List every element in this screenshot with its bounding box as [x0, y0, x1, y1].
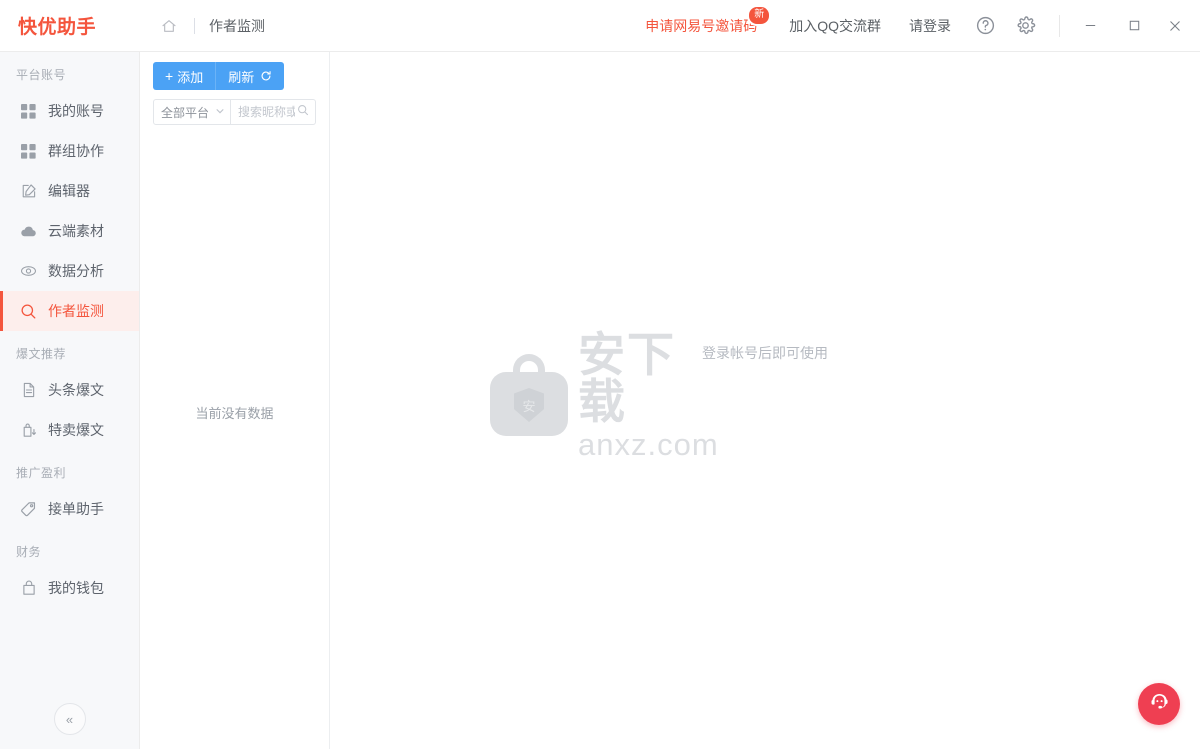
breadcrumb: 作者监测	[158, 15, 265, 37]
title-bar: 快优助手 作者监测 申请网易号邀请码 新 加入QQ交流群 请登录	[0, 0, 1200, 52]
sidebar-item-toutiao-hot[interactable]: 头条爆文	[0, 370, 139, 410]
join-qq-group-link[interactable]: 加入QQ交流群	[775, 0, 895, 52]
site-watermark: 安 安下载 anxz.com	[490, 331, 718, 460]
watermark-domain: anxz.com	[578, 426, 719, 462]
sidebar-item-my-account[interactable]: 我的账号	[0, 91, 139, 131]
chevron-down-icon	[215, 106, 225, 119]
grid-icon	[20, 103, 37, 120]
sidebar: 平台账号 我的账号 群组协作 编辑器 云端素材 数据分析 作者监测 爆文推荐 头…	[0, 52, 140, 749]
sidebar-item-label: 接单助手	[48, 501, 104, 517]
list-filters: 全部平台	[140, 90, 329, 125]
sidebar-item-label: 作者监测	[48, 303, 104, 319]
platform-filter-value: 全部平台	[161, 105, 210, 120]
sidebar-item-label: 编辑器	[48, 183, 90, 199]
chevron-double-left-icon: «	[65, 711, 74, 727]
sidebar-item-label: 我的账号	[48, 103, 104, 119]
sidebar-collapse-button[interactable]: «	[53, 703, 86, 735]
plus-icon: +	[165, 68, 174, 84]
sidebar-item-label: 头条爆文	[48, 382, 104, 398]
breadcrumb-divider	[194, 17, 195, 34]
watermark-bag-icon: 安	[490, 354, 568, 436]
sidebar-group-title-hot-articles: 爆文推荐	[16, 347, 67, 361]
author-list-panel: + 添加 刷新 全部平台 搜索昵称或ID 当前没有数据	[140, 52, 330, 749]
refresh-icon	[260, 70, 272, 82]
sidebar-group-title-promotion: 推广盈利	[16, 466, 67, 480]
new-badge: 新	[749, 6, 770, 24]
watermark-text: 安下载 anxz.com	[578, 331, 719, 460]
add-button-label: 添加	[177, 69, 204, 85]
sidebar-item-cloud-assets[interactable]: 云端素材	[0, 211, 139, 251]
search-box[interactable]	[231, 99, 316, 125]
customer-support-button[interactable]	[1138, 683, 1180, 725]
sidebar-collapse-area: «	[0, 703, 139, 749]
close-icon[interactable]	[1156, 0, 1200, 52]
titlebar-actions: 申请网易号邀请码 新 加入QQ交流群 请登录	[635, 0, 1200, 51]
refresh-button-label: 刷新	[228, 69, 255, 85]
eye-icon	[20, 263, 37, 280]
grid-icon	[20, 143, 37, 160]
watermark-bag-body	[490, 372, 568, 436]
app-window: 快优助手 作者监测 申请网易号邀请码 新 加入QQ交流群 请登录 平台账号 我的…	[0, 0, 1200, 749]
app-body: 平台账号 我的账号 群组协作 编辑器 云端素材 数据分析 作者监测 爆文推荐 头…	[0, 52, 1200, 749]
app-logo: 快优助手	[18, 17, 97, 38]
sidebar-item-my-wallet[interactable]: 我的钱包	[0, 568, 139, 608]
sidebar-item-data-analysis[interactable]: 数据分析	[0, 251, 139, 291]
list-toolbar: + 添加 刷新	[140, 52, 329, 90]
cloud-icon	[20, 223, 37, 240]
edit-square-icon	[20, 183, 37, 200]
document-icon	[20, 382, 37, 399]
sidebar-item-label: 我的钱包	[48, 580, 104, 596]
search-input[interactable]	[238, 105, 295, 119]
platform-filter-select[interactable]: 全部平台	[153, 99, 231, 125]
login-link[interactable]: 请登录	[895, 0, 965, 52]
sidebar-item-sale-hot[interactable]: 特卖爆文	[0, 410, 139, 450]
sidebar-group-title-platform: 平台账号	[16, 68, 67, 82]
watermark-bag-handle	[513, 354, 545, 380]
sidebar-item-author-monitor[interactable]: 作者监测	[0, 291, 139, 331]
headset-support-icon	[1147, 689, 1172, 719]
sidebar-item-group-collab[interactable]: 群组协作	[0, 131, 139, 171]
tag-icon	[20, 501, 37, 518]
minimize-icon[interactable]	[1068, 0, 1112, 52]
watermark-title: 安下载	[578, 327, 676, 428]
help-circle-icon[interactable]	[965, 0, 1005, 52]
login-required-hint: 登录帐号后即可使用	[702, 344, 828, 361]
refresh-button[interactable]: 刷新	[216, 62, 285, 90]
sidebar-item-label: 群组协作	[48, 143, 104, 159]
maximize-icon[interactable]	[1112, 0, 1156, 52]
home-icon[interactable]	[158, 15, 180, 37]
gear-icon[interactable]	[1005, 0, 1045, 52]
apply-invite-code-link[interactable]: 申请网易号邀请码 新	[635, 0, 775, 52]
sidebar-item-order-assistant[interactable]: 接单助手	[0, 489, 139, 529]
sidebar-item-label: 特卖爆文	[48, 422, 104, 438]
sidebar-item-label: 云端素材	[48, 223, 104, 239]
sidebar-item-editor[interactable]: 编辑器	[0, 171, 139, 211]
bag-download-icon	[20, 422, 37, 439]
wallet-icon	[20, 580, 37, 597]
search-icon	[20, 303, 37, 320]
sidebar-group-title-finance: 财务	[16, 545, 42, 559]
main-content: 登录帐号后即可使用 安 安下载 anxz.com	[330, 52, 1200, 749]
watermark-shield-icon: 安	[514, 388, 544, 422]
apply-invite-code-label: 申请网易号邀请码	[645, 17, 758, 34]
add-button[interactable]: + 添加	[153, 62, 217, 90]
breadcrumb-current: 作者监测	[209, 17, 265, 34]
sidebar-item-label: 数据分析	[48, 263, 104, 279]
list-empty-state: 当前没有数据	[195, 405, 274, 421]
titlebar-divider	[1059, 14, 1060, 37]
list-button-group: + 添加 刷新	[153, 62, 285, 90]
search-icon[interactable]	[297, 103, 309, 121]
